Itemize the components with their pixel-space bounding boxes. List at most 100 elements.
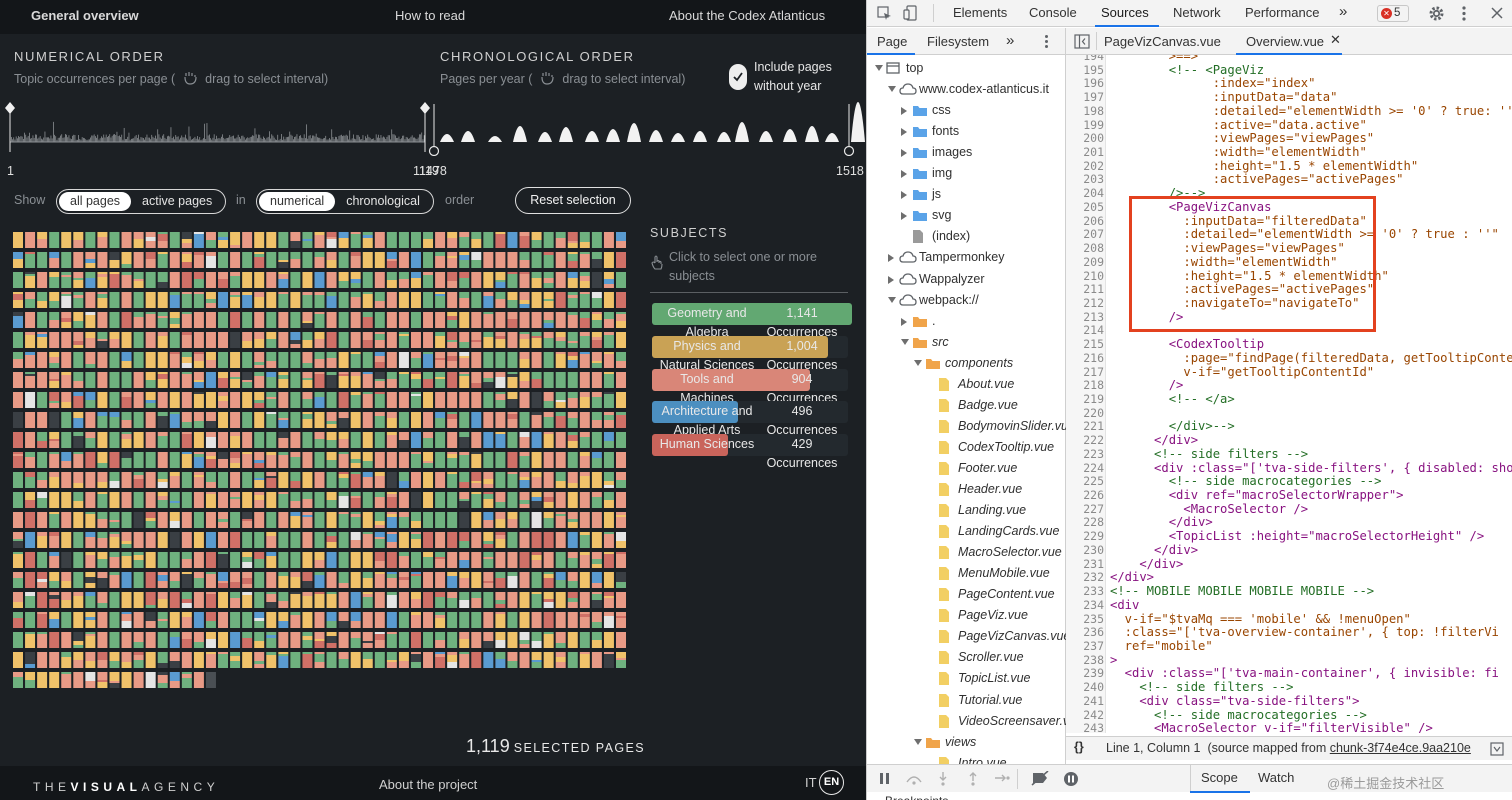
page-cell[interactable] xyxy=(410,492,421,508)
page-cell[interactable] xyxy=(483,532,494,548)
page-cell[interactable] xyxy=(109,372,120,388)
page-cell[interactable] xyxy=(591,632,602,648)
page-cell[interactable] xyxy=(109,332,120,348)
line-number[interactable]: 239 xyxy=(1066,666,1104,680)
page-cell[interactable] xyxy=(314,472,325,488)
option-all-pages[interactable]: all pages xyxy=(59,192,132,211)
page-cell[interactable] xyxy=(616,632,626,648)
page-cell[interactable] xyxy=(483,252,494,268)
page-cell[interactable] xyxy=(109,632,120,648)
page-cell[interactable] xyxy=(314,632,325,648)
page-cell[interactable] xyxy=(483,332,494,348)
page-cell[interactable] xyxy=(326,612,337,628)
page-cell[interactable] xyxy=(435,372,446,388)
tab-network[interactable]: Network xyxy=(1173,5,1221,20)
page-cell[interactable] xyxy=(278,332,289,348)
page-cell[interactable] xyxy=(218,552,229,568)
page-cell[interactable] xyxy=(157,552,168,568)
chrono-left-handle[interactable] xyxy=(428,145,440,156)
page-cell[interactable] xyxy=(471,532,482,548)
page-cell[interactable] xyxy=(374,372,385,388)
page-cell[interactable] xyxy=(410,312,421,328)
page-cell[interactable] xyxy=(121,632,132,648)
page-cell[interactable] xyxy=(230,652,241,668)
page-cell[interactable] xyxy=(254,252,265,268)
page-cell[interactable] xyxy=(374,612,385,628)
page-cell[interactable] xyxy=(242,472,253,488)
page-cell[interactable] xyxy=(326,292,337,308)
code-line[interactable]: <div :class="['tva-side-filters', { disa… xyxy=(1110,461,1512,475)
page-cell[interactable] xyxy=(145,652,156,668)
page-cell[interactable] xyxy=(459,572,470,588)
page-cell[interactable] xyxy=(423,312,434,328)
page-cell[interactable] xyxy=(254,652,265,668)
tree-item[interactable]: svg xyxy=(867,206,1065,227)
kebab-menu-icon[interactable] xyxy=(1461,5,1467,22)
page-cell[interactable] xyxy=(73,532,84,548)
page-cell[interactable] xyxy=(398,572,409,588)
page-cell[interactable] xyxy=(459,352,470,368)
page-cell[interactable] xyxy=(410,552,421,568)
page-cell[interactable] xyxy=(435,532,446,548)
page-cell[interactable] xyxy=(519,412,530,428)
page-cell[interactable] xyxy=(603,632,614,648)
page-cell[interactable] xyxy=(205,412,216,428)
page-cell[interactable] xyxy=(435,592,446,608)
page-cell[interactable] xyxy=(25,592,36,608)
page-cell[interactable] xyxy=(519,452,530,468)
page-cell[interactable] xyxy=(519,552,530,568)
page-cell[interactable] xyxy=(326,452,337,468)
page-cell[interactable] xyxy=(133,452,144,468)
close-tab-icon[interactable]: ✕ xyxy=(1330,32,1341,48)
page-cell[interactable] xyxy=(49,552,60,568)
page-cell[interactable] xyxy=(278,552,289,568)
page-cell[interactable] xyxy=(97,372,108,388)
page-cell[interactable] xyxy=(133,652,144,668)
page-cell[interactable] xyxy=(61,552,72,568)
page-cell[interactable] xyxy=(97,392,108,408)
code-line[interactable]: </div> xyxy=(1110,433,1198,447)
page-cell[interactable] xyxy=(531,232,542,248)
page-cell[interactable] xyxy=(495,332,506,348)
page-cell[interactable] xyxy=(447,252,458,268)
line-number[interactable]: 204 xyxy=(1066,186,1104,200)
page-cell[interactable] xyxy=(97,452,108,468)
page-cell[interactable] xyxy=(109,452,120,468)
page-cell[interactable] xyxy=(218,412,229,428)
page-cell[interactable] xyxy=(410,652,421,668)
page-cell[interactable] xyxy=(519,572,530,588)
page-cell[interactable] xyxy=(205,332,216,348)
page-cell[interactable] xyxy=(290,332,301,348)
page-cell[interactable] xyxy=(543,492,554,508)
page-cell[interactable] xyxy=(109,232,120,248)
line-number[interactable]: 238 xyxy=(1066,653,1104,667)
page-cell[interactable] xyxy=(398,412,409,428)
page-cell[interactable] xyxy=(519,252,530,268)
page-cell[interactable] xyxy=(25,652,36,668)
page-cell[interactable] xyxy=(471,552,482,568)
page-cell[interactable] xyxy=(519,292,530,308)
page-cell[interactable] xyxy=(157,532,168,548)
code-line[interactable]: <!-- <PageViz xyxy=(1110,63,1264,77)
page-cell[interactable] xyxy=(471,312,482,328)
page-cell[interactable] xyxy=(471,472,482,488)
code-line[interactable]: <!-- side filters --> xyxy=(1110,680,1293,694)
page-cell[interactable] xyxy=(519,472,530,488)
page-cell[interactable] xyxy=(25,552,36,568)
page-cell[interactable] xyxy=(133,532,144,548)
code-line[interactable]: <div xyxy=(1110,598,1139,612)
page-cell[interactable] xyxy=(555,652,566,668)
tab-console[interactable]: Console xyxy=(1029,5,1077,20)
page-cell[interactable] xyxy=(483,432,494,448)
page-cell[interactable] xyxy=(543,332,554,348)
page-cell[interactable] xyxy=(13,672,23,688)
page-cell[interactable] xyxy=(73,312,84,328)
page-cell[interactable] xyxy=(145,492,156,508)
page-cell[interactable] xyxy=(483,392,494,408)
page-cell[interactable] xyxy=(314,292,325,308)
page-cell[interactable] xyxy=(193,632,204,648)
page-cell[interactable] xyxy=(266,232,277,248)
page-cell[interactable] xyxy=(447,312,458,328)
page-cell[interactable] xyxy=(181,412,192,428)
subject-item[interactable]: Architecture and Applied Arts 496 Occurren… xyxy=(652,401,852,437)
